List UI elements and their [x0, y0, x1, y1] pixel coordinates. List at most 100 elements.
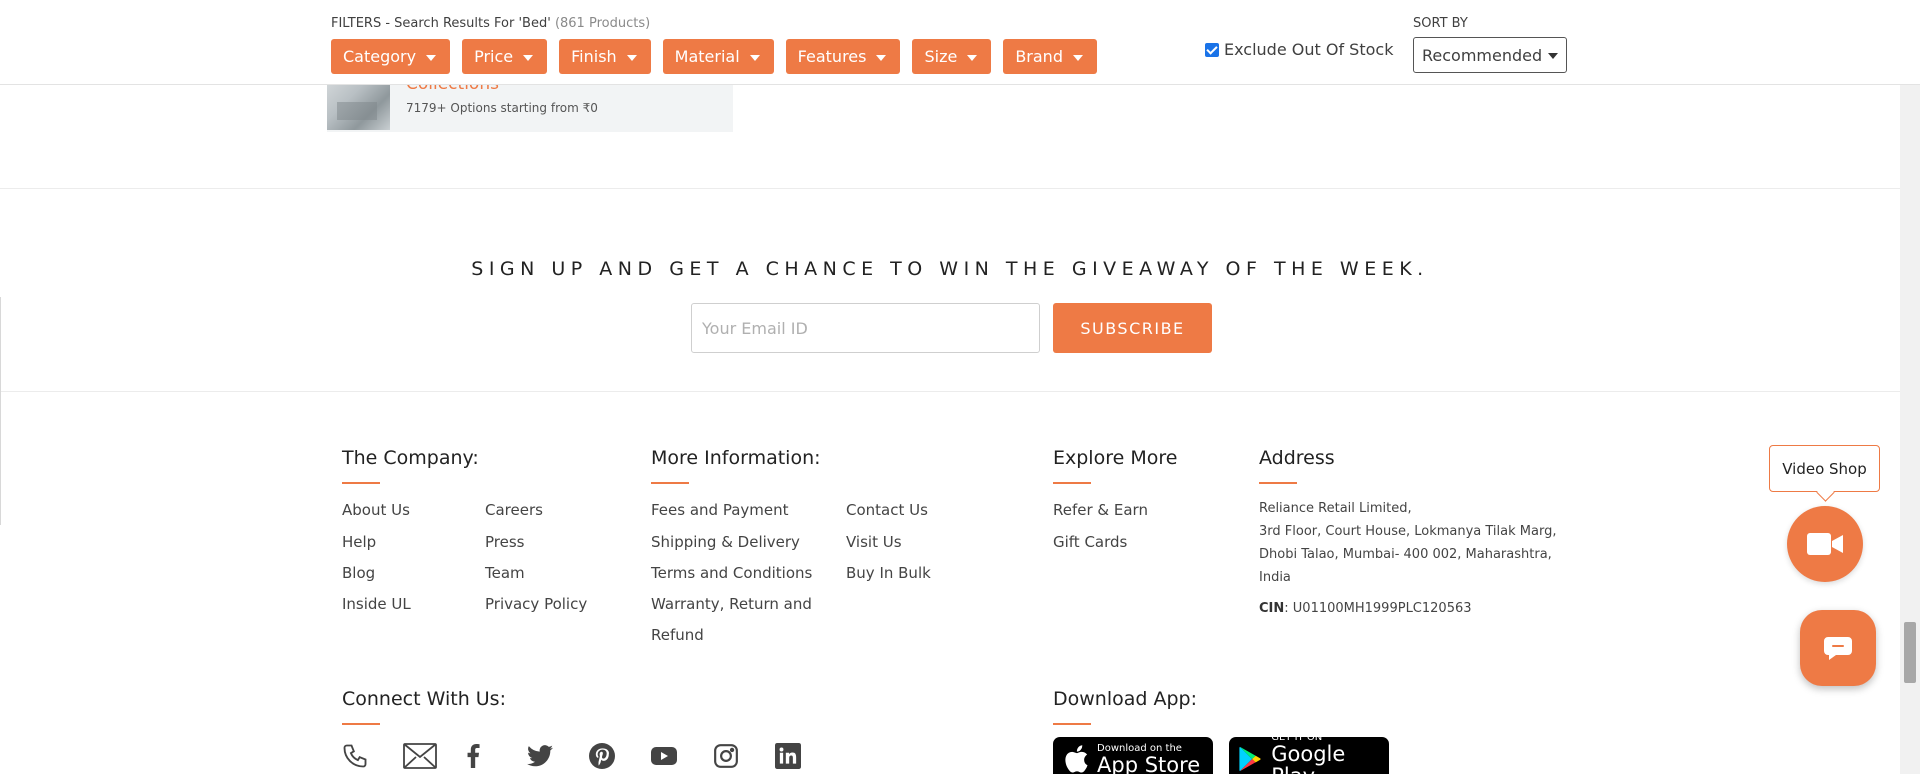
- google-play-icon: [1239, 746, 1261, 772]
- caret-down-icon: [967, 54, 978, 61]
- page-scrollbar[interactable]: [1900, 0, 1920, 774]
- caret-down-icon: [1548, 53, 1558, 59]
- exclude-out-of-stock-checkbox[interactable]: [1205, 42, 1219, 57]
- address-line: Reliance Retail Limited,: [1259, 501, 1412, 516]
- footer-link-warranty[interactable]: Warranty, Return and: [651, 595, 812, 613]
- filter-category-button[interactable]: Category: [331, 39, 451, 74]
- filter-button-label: Material: [674, 47, 740, 66]
- footer-link-buy-in-bulk[interactable]: Buy In Bulk: [846, 564, 931, 582]
- filter-bar: FILTERS - Search Results For 'Bed' (861 …: [0, 0, 1920, 85]
- filter-button-label: Price: [474, 47, 514, 66]
- filter-title-text: FILTERS - Search Results For 'Bed': [331, 16, 551, 31]
- chat-button[interactable]: [1800, 610, 1876, 686]
- sort-by-value: Recommended: [1422, 45, 1543, 65]
- address-line: India: [1259, 570, 1291, 585]
- filter-brand-button[interactable]: Brand: [1003, 39, 1097, 74]
- google-play-small: GET IT ON: [1271, 731, 1323, 743]
- footer-link-refund[interactable]: Refund: [651, 626, 704, 644]
- cin-label: CIN: [1259, 601, 1285, 616]
- divider: [0, 391, 1900, 392]
- app-store-badge[interactable]: Download on the App Store: [1053, 737, 1213, 774]
- address-heading: Address: [1259, 447, 1335, 469]
- google-play-text: GET IT ON Google Play: [1271, 732, 1379, 774]
- subscribe-button[interactable]: SUBSCRIBE: [1053, 303, 1212, 353]
- heading-underline: [1259, 482, 1297, 484]
- caret-down-icon: [1072, 54, 1083, 61]
- mail-icon[interactable]: [403, 740, 465, 772]
- filter-finish-button[interactable]: Finish: [559, 39, 651, 74]
- chat-icon: [1824, 637, 1852, 660]
- video-shop-label[interactable]: Video Shop: [1769, 445, 1880, 492]
- video-shop-button[interactable]: [1787, 506, 1863, 582]
- caret-down-icon: [426, 54, 437, 61]
- heading-underline: [342, 723, 380, 725]
- app-store-text: Download on the App Store: [1097, 743, 1200, 774]
- page-edge: [0, 297, 1, 525]
- exclude-out-of-stock[interactable]: Exclude Out Of Stock: [1205, 40, 1393, 59]
- app-store-big: App Store: [1097, 752, 1201, 774]
- collections-subtitle: 7179+ Options starting from ₹0: [406, 101, 598, 115]
- heading-underline: [342, 482, 380, 484]
- footer-link-shipping-delivery[interactable]: Shipping & Delivery: [651, 533, 800, 551]
- divider: [0, 188, 1900, 189]
- footer-link-terms[interactable]: Terms and Conditions: [651, 564, 812, 582]
- heading-underline: [1053, 482, 1091, 484]
- sort-by-select[interactable]: Recommended: [1413, 37, 1567, 73]
- filter-button-label: Brand: [1015, 47, 1063, 66]
- connect-heading: Connect With Us:: [342, 688, 506, 710]
- footer-link-inside-ul[interactable]: Inside UL: [342, 595, 411, 613]
- cin-number: CIN: U01100MH1999PLC120563: [1259, 601, 1472, 616]
- twitter-icon[interactable]: [527, 740, 589, 772]
- phone-icon[interactable]: [341, 740, 403, 772]
- footer-link-careers[interactable]: Careers: [485, 501, 543, 519]
- pinterest-icon[interactable]: [589, 740, 651, 772]
- download-heading: Download App:: [1053, 688, 1198, 710]
- filter-button-label: Category: [343, 47, 417, 66]
- heading-underline: [651, 482, 689, 484]
- signup-heading: SIGN UP AND GET A CHANCE TO WIN THE GIVE…: [471, 258, 1429, 280]
- address-line: Dhobi Talao, Mumbai- 400 002, Maharashtr…: [1259, 547, 1552, 562]
- exclude-out-of-stock-label: Exclude Out Of Stock: [1224, 40, 1394, 59]
- more-info-heading: More Information:: [651, 447, 821, 469]
- video-camera-icon: [1807, 533, 1843, 555]
- footer-link-contact-us[interactable]: Contact Us: [846, 501, 928, 519]
- filter-features-button[interactable]: Features: [785, 39, 901, 74]
- app-store-small: Download on the: [1097, 742, 1182, 754]
- filter-title: FILTERS - Search Results For 'Bed' (861 …: [331, 16, 650, 31]
- filter-buttons: Category Price Finish Material Features …: [331, 39, 1097, 74]
- footer-link-about-us[interactable]: About Us: [342, 501, 410, 519]
- address-text: Reliance Retail Limited, 3rd Floor, Cour…: [1259, 497, 1579, 589]
- social-icons: [341, 740, 837, 772]
- filter-price-button[interactable]: Price: [462, 39, 548, 74]
- footer-link-help[interactable]: Help: [342, 533, 376, 551]
- google-play-badge[interactable]: GET IT ON Google Play: [1229, 732, 1389, 774]
- filter-material-button[interactable]: Material: [662, 39, 774, 74]
- linkedin-icon[interactable]: [775, 740, 837, 772]
- footer-link-gift-cards[interactable]: Gift Cards: [1053, 533, 1127, 551]
- footer-link-team[interactable]: Team: [485, 564, 525, 582]
- explore-heading: Explore More: [1053, 447, 1178, 469]
- product-count: (861 Products): [554, 16, 651, 31]
- caret-down-icon: [876, 54, 887, 61]
- footer-link-visit-us[interactable]: Visit Us: [846, 533, 902, 551]
- footer-link-privacy-policy[interactable]: Privacy Policy: [485, 595, 587, 613]
- footer-link-blog[interactable]: Blog: [342, 564, 375, 582]
- footer-link-fees-and-payment[interactable]: Fees and Payment: [651, 501, 789, 519]
- caret-down-icon: [749, 54, 760, 61]
- filter-button-label: Size: [924, 47, 958, 66]
- email-input[interactable]: [691, 303, 1040, 353]
- caret-down-icon: [523, 54, 534, 61]
- instagram-icon[interactable]: [713, 740, 775, 772]
- youtube-icon[interactable]: [651, 740, 713, 772]
- heading-underline: [1053, 723, 1091, 725]
- caret-down-icon: [626, 54, 637, 61]
- address-line: 3rd Floor, Court House, Lokmanya Tilak M…: [1259, 524, 1557, 539]
- footer-link-press[interactable]: Press: [485, 533, 524, 551]
- apple-icon: [1065, 745, 1088, 773]
- google-play-big: Google Play: [1271, 741, 1346, 774]
- facebook-icon[interactable]: [465, 740, 527, 772]
- sort-by-label: SORT BY: [1413, 16, 1468, 31]
- footer-link-refer-earn[interactable]: Refer & Earn: [1053, 501, 1148, 519]
- filter-size-button[interactable]: Size: [912, 39, 992, 74]
- scrollbar-thumb[interactable]: [1904, 622, 1916, 683]
